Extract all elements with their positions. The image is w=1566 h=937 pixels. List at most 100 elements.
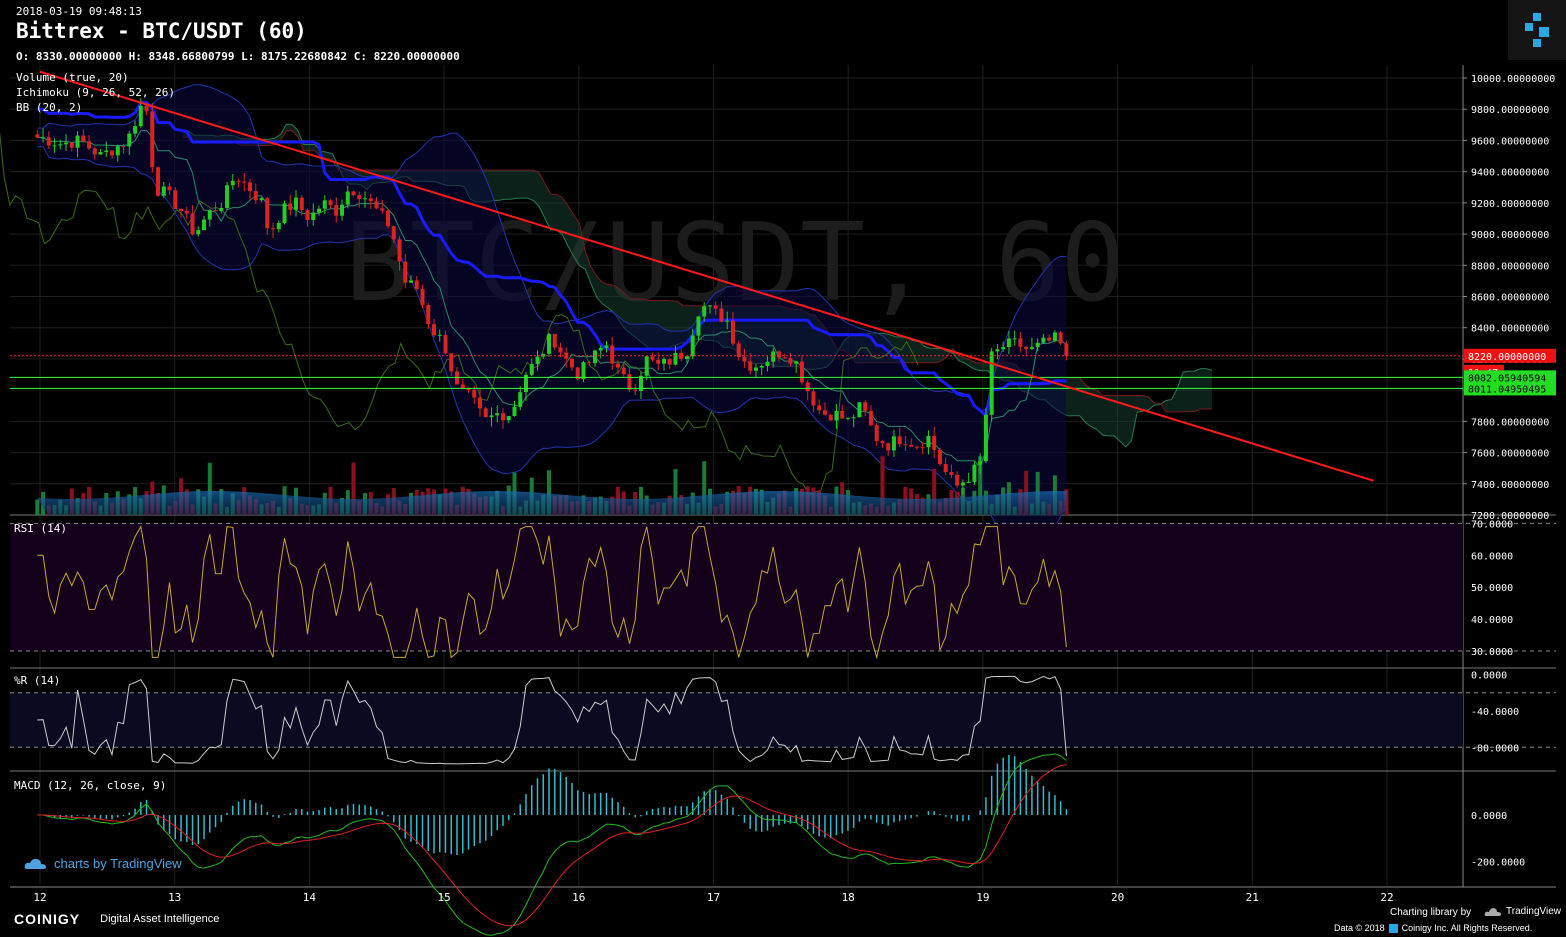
candle [1029,347,1034,349]
candle [736,343,741,358]
y-tick-label: 7800.00000000 [1471,417,1549,428]
candle [207,210,212,220]
candle [748,361,753,371]
candle [587,362,592,364]
bb-label[interactable]: BB (20, 2) [16,101,82,114]
candle [650,356,655,360]
candle [121,146,126,148]
candle [673,352,678,365]
candle [1001,347,1006,350]
candle [357,195,362,200]
candle [184,210,189,214]
candle [569,358,574,368]
candle [535,356,540,365]
candle [380,208,385,211]
tagline: Digital Asset Intelligence [100,913,220,925]
price-badges: 8220.0000000011:478082.059405948011.0495… [1464,348,1556,396]
candle [633,389,638,391]
candle [621,367,626,375]
copyright-text: Data © 2018 [1334,923,1385,933]
candle [133,126,138,134]
candle [817,405,822,411]
candle [115,146,120,156]
candle [489,415,494,418]
candle [426,305,431,325]
y-tick-label: 8800.00000000 [1471,261,1549,272]
willr-tick-label: 0.0000 [1471,671,1507,682]
candle [592,350,597,364]
candle [667,359,672,365]
tv-attribution[interactable]: charts by TradingView [24,856,182,871]
candle [610,345,615,364]
candle [460,384,465,389]
candle [822,410,827,415]
candle [926,435,931,448]
candle [512,406,517,417]
candle [742,357,747,362]
candle [1006,338,1011,348]
time-axis: 12 13 14 15 16 17 18 19 20 21 22 [33,891,1393,904]
indicator-panes: 70.000060.000050.000040.000030.00000.000… [10,519,1556,936]
candle [202,219,207,231]
candle [495,413,500,416]
macd-label[interactable]: MACD (12, 26, close, 9) [14,779,166,792]
candle [627,374,632,390]
macd-tick-label: 0.0000 [1471,811,1507,822]
ichimoku-label[interactable]: Ichimoku (9, 26, 52, 26) [16,86,175,99]
candle [552,334,557,348]
willr-label[interactable]: %R (14) [14,674,60,687]
chart-canvas[interactable]: BTC/USDT, 60 70.000060.000050.000040.000… [0,0,1566,937]
candle [305,210,310,220]
candle [960,482,965,486]
trendline [39,70,1374,482]
x-tick-label: 18 [842,891,855,904]
candle [311,212,316,220]
coinigy-wordmark[interactable]: COINIGY [14,911,80,927]
candle [409,280,414,283]
candle [432,324,437,336]
y-tick-label: 9200.00000000 [1471,199,1549,210]
candle [949,472,954,475]
x-tick-label: 16 [572,891,585,904]
candle [909,444,914,447]
rsi-label[interactable]: RSI (14) [14,522,67,535]
candle [851,417,856,419]
candle [834,410,839,421]
candle [92,148,97,155]
x-tick-label: 17 [707,891,720,904]
candle [1018,338,1023,347]
candle [759,366,764,368]
candle [661,359,666,364]
candle [558,347,563,353]
candle [156,167,161,196]
candle [374,201,379,209]
candle [259,198,264,201]
candle [52,145,57,147]
candle [276,222,281,230]
candle [1024,346,1029,349]
coinigy-small-icon [1388,923,1398,933]
candle [897,436,902,445]
candle [414,280,419,290]
candle [874,425,879,442]
candle [351,191,356,196]
candle [794,361,799,364]
candle [782,357,787,359]
candle [69,142,74,148]
tradingview-link[interactable]: TradingView [1484,906,1561,917]
candle [363,198,368,200]
candle [483,408,488,418]
candle [110,150,115,156]
y-tick-label: 7600.00000000 [1471,449,1549,460]
willr-tick-label: -40.0000 [1471,707,1519,718]
tv-attribution-text: charts by TradingView [54,856,182,871]
candle [615,363,620,368]
candle [242,181,247,183]
candle [776,351,781,358]
willr-band [10,692,1463,748]
candle [472,389,477,398]
candle [805,382,810,392]
candle [1012,338,1017,340]
volume-label[interactable]: Volume (true, 20) [16,71,129,84]
candle [903,444,908,446]
